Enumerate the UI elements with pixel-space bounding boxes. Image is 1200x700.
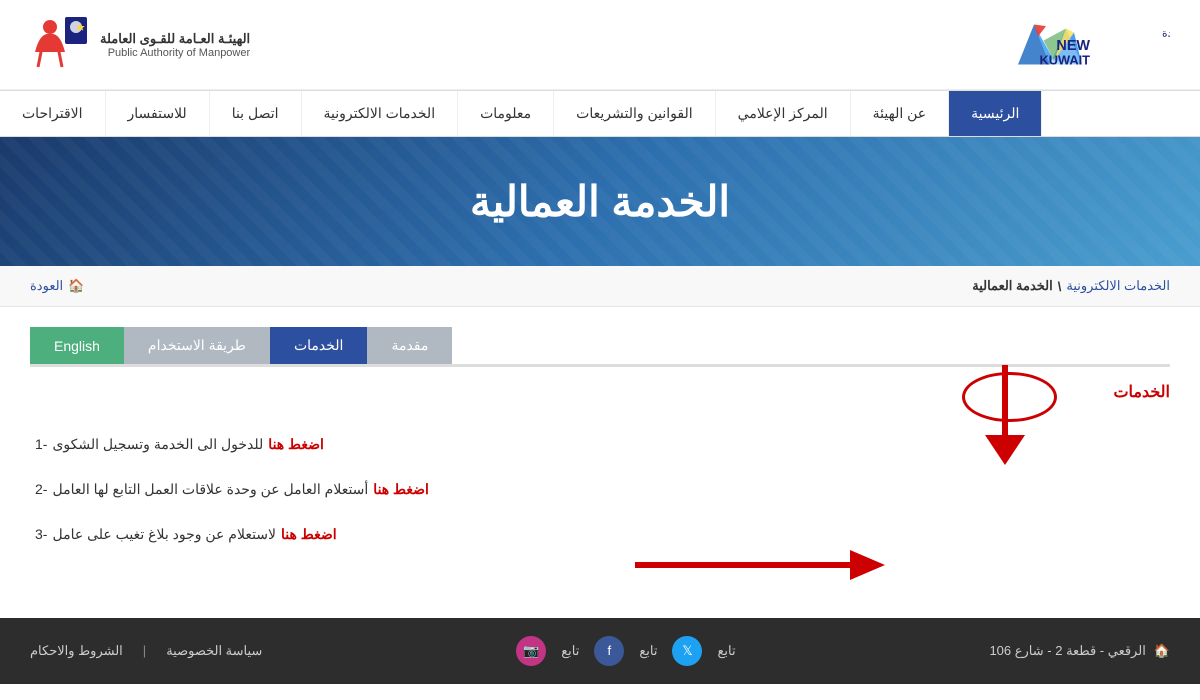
nav-item-home[interactable]: الرئيسية <box>949 91 1042 136</box>
service-number-3: -3 <box>35 522 47 547</box>
tab-intro[interactable]: مقدمة <box>367 327 452 364</box>
service-text-2: أستعلام العامل عن وحدة علاقات العمل التا… <box>52 477 368 502</box>
newkuwait-logo: NEW KUWAIT كويت جديدة <box>1010 12 1170 77</box>
tab-services[interactable]: الخدمات <box>270 327 368 364</box>
service-number-1: -1 <box>35 432 47 457</box>
header: NEW KUWAIT كويت جديدة الهيئـة العـامة لل… <box>0 0 1200 90</box>
nav-item-laws[interactable]: القوانين والتشريعات <box>554 91 715 136</box>
logo-left: NEW KUWAIT كويت جديدة <box>1010 12 1170 77</box>
tab-english[interactable]: English <box>30 327 124 364</box>
nav-link-contact[interactable]: اتصل بنا <box>210 91 302 136</box>
nav-item-suggestions[interactable]: الاقتراحات <box>0 91 106 136</box>
nav-link-eservices[interactable]: الخدمات الالكترونية <box>302 91 459 136</box>
service-link-2[interactable]: اضغط هنا <box>373 477 429 502</box>
service-item-2: اضغط هنا أستعلام العامل عن وحدة علاقات ا… <box>30 467 1170 512</box>
service-text-1: للدخول الى الخدمة وتسجيل الشكوى <box>52 432 263 457</box>
breadcrumb-current: الخدمة العمالية <box>972 278 1053 294</box>
service-text-3: لاستعلام عن وجود بلاغ تغيب على عامل <box>52 522 276 547</box>
footer-home-icon: 🏠 <box>1154 643 1170 659</box>
nav-item-info[interactable]: معلومات <box>458 91 554 136</box>
tab-underline <box>30 364 1170 367</box>
service-item-1: اضغط هنا للدخول الى الخدمة وتسجيل الشكوى… <box>30 422 1170 467</box>
tabs-container: English طريقة الاستخدام الخدمات مقدمة <box>30 327 1170 364</box>
nav-link-inquiry[interactable]: للاستفسار <box>106 91 210 136</box>
twitter-icon[interactable]: 𝕏 <box>672 636 702 666</box>
service-link-3[interactable]: اضغط هنا <box>281 522 337 547</box>
nav-link-home[interactable]: الرئيسية <box>949 91 1042 136</box>
nav-link-info[interactable]: معلومات <box>458 91 554 136</box>
org-name-arabic: الهيئـة العـامة للقـوى العاملة <box>100 31 250 47</box>
breadcrumb-path: الخدمات الالكترونية \ الخدمة العمالية <box>972 278 1170 294</box>
nav-item-about[interactable]: عن الهيئة <box>851 91 949 136</box>
org-name-english: Public Authority of Manpower <box>100 47 250 59</box>
breadcrumb: الخدمات الالكترونية \ الخدمة العمالية 🏠 … <box>0 266 1200 307</box>
footer-separator: | <box>143 643 146 658</box>
breadcrumb-eservices[interactable]: الخدمات الالكترونية <box>1066 278 1170 294</box>
service-link-1[interactable]: اضغط هنا <box>268 432 324 457</box>
pam-logo <box>30 12 90 77</box>
nav-list: الرئيسية عن الهيئة المركز الإعلامي القوا… <box>0 91 1200 136</box>
facebook-icon[interactable]: f <box>594 636 624 666</box>
svg-text:كويت جديدة: كويت جديدة <box>1162 29 1170 40</box>
svg-text:NEW: NEW <box>1056 38 1090 54</box>
hero-banner: الخدمة العمالية <box>0 137 1200 266</box>
nav-item-media[interactable]: المركز الإعلامي <box>716 91 851 136</box>
org-name: الهيئـة العـامة للقـوى العاملة Public Au… <box>100 31 250 59</box>
hero-title: الخدمة العمالية <box>30 177 1170 226</box>
nav-item-contact[interactable]: اتصل بنا <box>210 91 302 136</box>
nav-link-media[interactable]: المركز الإعلامي <box>716 91 851 136</box>
footer-terms-link[interactable]: الشروط والاحكام <box>30 643 123 659</box>
services-list: اضغط هنا للدخول الى الخدمة وتسجيل الشكوى… <box>30 422 1170 558</box>
home-icon: 🏠 <box>68 278 84 294</box>
nav-link-suggestions[interactable]: الاقتراحات <box>0 91 106 136</box>
footer-privacy-link[interactable]: سياسة الخصوصية <box>166 643 262 659</box>
footer-address: 🏠 الرقعي - قطعة 2 - شارع 106 <box>989 643 1170 659</box>
back-link[interactable]: العودة <box>30 278 63 294</box>
navigation: الرئيسية عن الهيئة المركز الإعلامي القوا… <box>0 90 1200 137</box>
breadcrumb-separator: \ <box>1058 279 1062 294</box>
main-content: English طريقة الاستخدام الخدمات مقدمة ال… <box>0 307 1200 578</box>
logo-right: الهيئـة العـامة للقـوى العاملة Public Au… <box>30 12 250 77</box>
service-number-2: -2 <box>35 477 47 502</box>
twitter-follow-label: تابع <box>717 643 735 659</box>
nav-item-eservices[interactable]: الخدمات الالكترونية <box>302 91 459 136</box>
footer-address-text: الرقعي - قطعة 2 - شارع 106 <box>989 643 1145 659</box>
nav-link-about[interactable]: عن الهيئة <box>851 91 949 136</box>
nav-item-inquiry[interactable]: للاستفسار <box>106 91 210 136</box>
footer: 🏠 الرقعي - قطعة 2 - شارع 106 تابع 𝕏 تابع… <box>0 618 1200 684</box>
breadcrumb-back[interactable]: 🏠 العودة <box>30 278 84 294</box>
svg-text:KUWAIT: KUWAIT <box>1040 53 1091 68</box>
service-item-3: اضغط هنا لاستعلام عن وجود بلاغ تغيب على … <box>30 512 1170 557</box>
instagram-icon[interactable]: 📷 <box>516 636 546 666</box>
nav-link-laws[interactable]: القوانين والتشريعات <box>554 91 715 136</box>
footer-social: تابع 𝕏 تابع f تابع 📷 <box>516 636 735 666</box>
page-wrapper: NEW KUWAIT كويت جديدة الهيئـة العـامة لل… <box>0 0 1200 684</box>
tab-usage[interactable]: طريقة الاستخدام <box>124 327 270 364</box>
footer-links: سياسة الخصوصية | الشروط والاحكام <box>30 643 262 659</box>
services-section-title: الخدمات <box>30 382 1170 402</box>
instagram-follow-label: تابع <box>561 643 579 659</box>
facebook-follow-label: تابع <box>639 643 657 659</box>
